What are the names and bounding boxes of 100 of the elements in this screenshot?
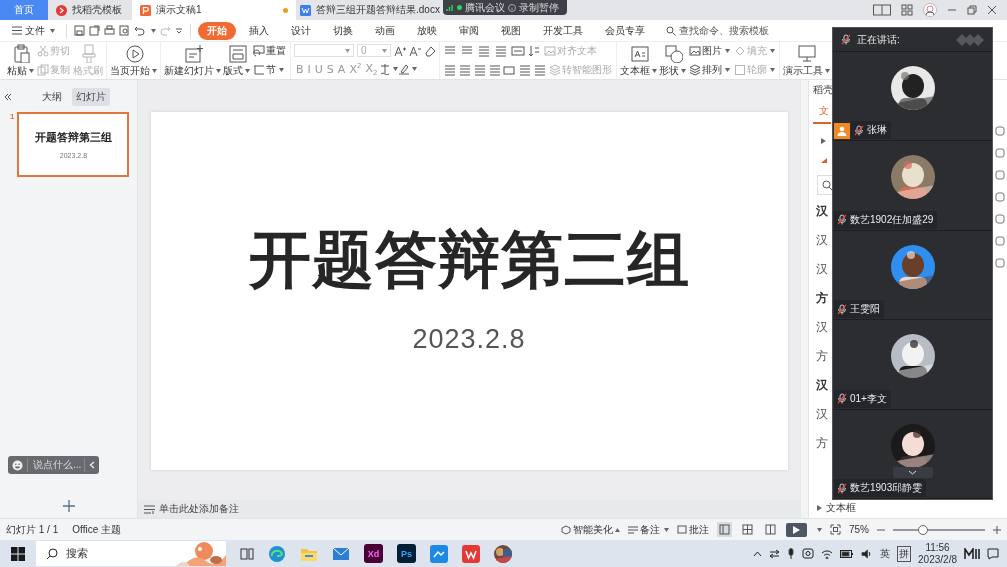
ribbon-button[interactable]: 文本框 <box>620 42 657 79</box>
close-icon <box>987 5 997 15</box>
document-tab[interactable]: 找稻壳模板 <box>48 0 132 20</box>
notes-field[interactable]: 单击此处添加备注 <box>138 500 800 518</box>
slide-counter: 幻灯片 1 / 1 <box>6 522 59 537</box>
ribbon-button[interactable]: 当页开始 <box>110 42 157 79</box>
font-sample[interactable]: 方 <box>816 435 828 452</box>
ribbon-tab[interactable]: 审阅 <box>450 21 488 40</box>
caret-icon <box>345 48 350 53</box>
ribbon-button[interactable]: 版式 <box>223 42 250 79</box>
smiley-icon <box>12 459 23 471</box>
view-button[interactable] <box>717 522 732 537</box>
comments-button[interactable]: 批注 <box>677 522 709 537</box>
zoom-percent[interactable]: 75% <box>849 524 869 535</box>
font-sample[interactable]: 方 <box>816 348 828 365</box>
taskbar-app[interactable]: Ps <box>397 544 416 563</box>
font-sample[interactable]: 汉 <box>816 319 828 336</box>
up-caret-icon <box>615 527 620 532</box>
ribbon-button[interactable]: 图片 <box>688 44 731 59</box>
image-icon <box>689 45 701 58</box>
font-sample[interactable]: 汉 <box>816 261 828 278</box>
file-menu[interactable]: 文件 <box>8 23 59 38</box>
view-button[interactable] <box>763 522 778 537</box>
taskbar-app[interactable]: Xd <box>364 544 383 563</box>
ribbon-button[interactable]: 粘贴 <box>7 42 34 79</box>
font-sample[interactable]: 汉 <box>816 203 828 220</box>
view-button[interactable] <box>740 522 755 537</box>
panel-tab[interactable]: 大纲 <box>38 88 66 106</box>
font-sample[interactable]: 汉 <box>816 406 828 423</box>
ribbon-tab[interactable]: 开发工具 <box>534 21 592 40</box>
wifi-icon <box>821 548 834 559</box>
participant-name: 张琳 <box>851 121 891 140</box>
menu-icon <box>12 26 22 35</box>
spacing-icon <box>533 63 545 76</box>
grid-view-icon <box>742 524 753 535</box>
ribbon-tab[interactable]: 切换 <box>324 21 362 40</box>
ribbon-button[interactable]: 新建幻灯片 <box>164 42 221 79</box>
section-label[interactable]: 文本框 <box>826 501 856 515</box>
font-sample[interactable]: 方 <box>816 290 828 307</box>
reading-view-icon <box>765 524 776 535</box>
ribbon-button[interactable]: 形状 <box>659 42 686 79</box>
participant-name: 王雯阳 <box>834 300 884 319</box>
layers-icon <box>689 63 701 76</box>
muted-mic-icon <box>837 214 847 226</box>
section-icon <box>253 63 265 76</box>
ribbon-button[interactable]: 重置 <box>252 44 287 59</box>
scissors-icon <box>37 45 49 58</box>
ribbon-tab[interactable]: 插入 <box>240 21 278 40</box>
caret-icon <box>817 527 822 532</box>
input-language[interactable]: 英 <box>880 546 891 561</box>
battery-icon <box>840 549 855 558</box>
presentation-icon <box>140 4 151 16</box>
notes-button[interactable]: 备注 <box>628 522 669 537</box>
align-icon <box>458 63 470 76</box>
ribbon-tab[interactable]: 设计 <box>282 21 320 40</box>
document-tab[interactable]: 答辩三组开题答辩结果.docx <box>296 0 444 20</box>
search-field[interactable]: 搜索 <box>36 541 226 566</box>
undo-icon <box>134 25 145 36</box>
text-effect-icon <box>379 63 392 76</box>
caret-icon <box>412 67 418 72</box>
muted-mic-icon <box>837 482 847 494</box>
input-mode[interactable]: 拼 <box>897 545 912 562</box>
beautify-button[interactable]: 智能美化 <box>561 522 620 537</box>
meeting-icon <box>802 548 815 559</box>
indent-icon <box>494 45 508 58</box>
browser-icon <box>268 544 286 563</box>
print-icon <box>104 25 115 36</box>
font-field[interactable] <box>294 44 354 58</box>
app-logo-icon <box>964 547 980 560</box>
ribbon-tab[interactable]: 视图 <box>492 21 530 40</box>
ribbon-tab[interactable]: 动画 <box>366 21 404 40</box>
notification-icon <box>987 547 999 560</box>
muted-mic-icon <box>854 124 864 136</box>
redo-icon <box>160 25 171 36</box>
ribbon-button[interactable]: 节 <box>252 62 287 77</box>
participant-name: 数艺1903邱静雯 <box>834 479 927 498</box>
normal-view-icon <box>719 524 730 535</box>
ribbon-tab[interactable]: 放映 <box>408 21 446 40</box>
chat-field[interactable]: 说点什么... <box>8 456 99 474</box>
command-search[interactable]: 查找命令、搜索模板 <box>666 23 769 38</box>
add-slide-icon <box>62 500 75 512</box>
play-button[interactable] <box>786 522 807 537</box>
comment-icon <box>677 524 687 535</box>
zoom-in-icon <box>993 525 1001 534</box>
outdent-icon <box>477 45 491 58</box>
font-sample[interactable]: 汉 <box>816 377 828 394</box>
caret-icon <box>393 67 399 72</box>
ribbon-tab[interactable]: 会员专享 <box>596 21 654 40</box>
ribbon-button[interactable]: 演示工具 <box>783 42 830 79</box>
font-sample[interactable]: 汉 <box>816 232 828 249</box>
theme-name: Office 主题 <box>72 522 121 537</box>
ribbon-button[interactable]: 排列 <box>688 62 731 77</box>
document-tab[interactable]: 演示文稿1 <box>132 0 296 20</box>
sort-icon <box>528 45 540 58</box>
fit-icon <box>830 524 841 535</box>
copy-icon <box>37 63 49 76</box>
recording-status[interactable]: 录制暂停 <box>519 0 559 15</box>
slider-thumb[interactable] <box>918 524 929 535</box>
slide-subtitle: 2023.2.8 <box>412 324 526 355</box>
panel-tab[interactable]: 幻灯片 <box>72 88 110 106</box>
